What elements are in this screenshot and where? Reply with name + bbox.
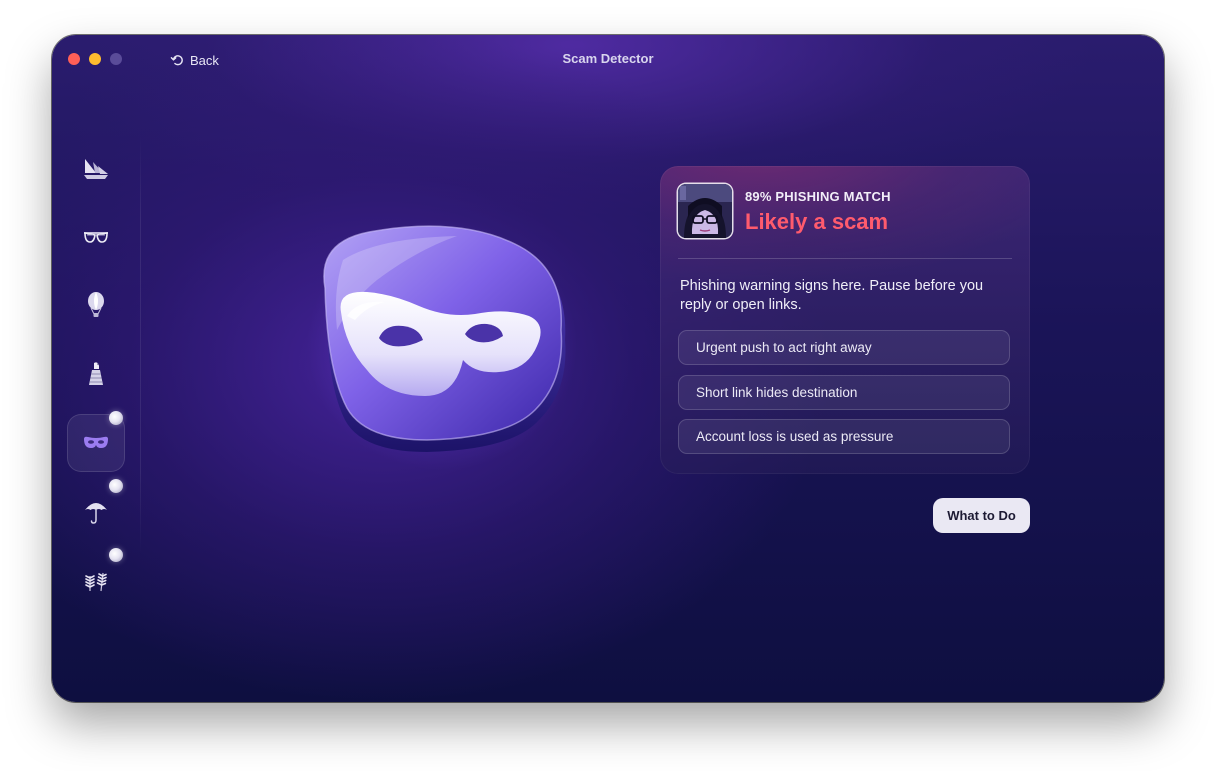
sunglasses-icon xyxy=(84,232,108,243)
status-dot-plants xyxy=(109,548,123,562)
warning-sign-item: Account loss is used as pressure xyxy=(678,419,1010,454)
sidebar-item-boat[interactable] xyxy=(67,140,125,198)
sidebar-item-balloon[interactable] xyxy=(67,276,125,334)
mask-icon xyxy=(84,436,108,448)
phishing-match-label: 89% PHISHING MATCH xyxy=(745,189,891,204)
sailboat-icon xyxy=(84,159,108,179)
scam-result-card: 89% PHISHING MATCH Likely a scam Phishin… xyxy=(660,166,1030,474)
mask-hero-illustration xyxy=(307,220,577,470)
sidebar-item-lighthouse[interactable] xyxy=(67,344,125,402)
analyzed-sender-avatar xyxy=(678,184,732,238)
warning-sign-item: Urgent push to act right away xyxy=(678,330,1010,365)
status-dot-scam-detector xyxy=(109,411,123,425)
what-to-do-button[interactable]: What to Do xyxy=(933,498,1030,533)
bird-on-tower-icon xyxy=(89,362,103,385)
hot-air-balloon-icon xyxy=(88,292,104,317)
umbrella-icon xyxy=(85,503,107,524)
verdict-title: Likely a scam xyxy=(745,209,889,234)
warning-sign-item: Short link hides destination xyxy=(678,375,1010,410)
sidebar-item-glasses[interactable] xyxy=(67,208,125,266)
card-divider xyxy=(678,258,1012,259)
window-title: Scam Detector xyxy=(562,51,654,66)
fern-icon xyxy=(85,572,107,592)
status-dot-umbrella xyxy=(109,479,123,493)
app-window: Back Scam Detector 89% PHISHING MATCH Li… xyxy=(52,35,1164,702)
verdict-description: Phishing warning signs here. Pause befor… xyxy=(680,278,984,313)
sidebar-divider xyxy=(140,135,141,555)
